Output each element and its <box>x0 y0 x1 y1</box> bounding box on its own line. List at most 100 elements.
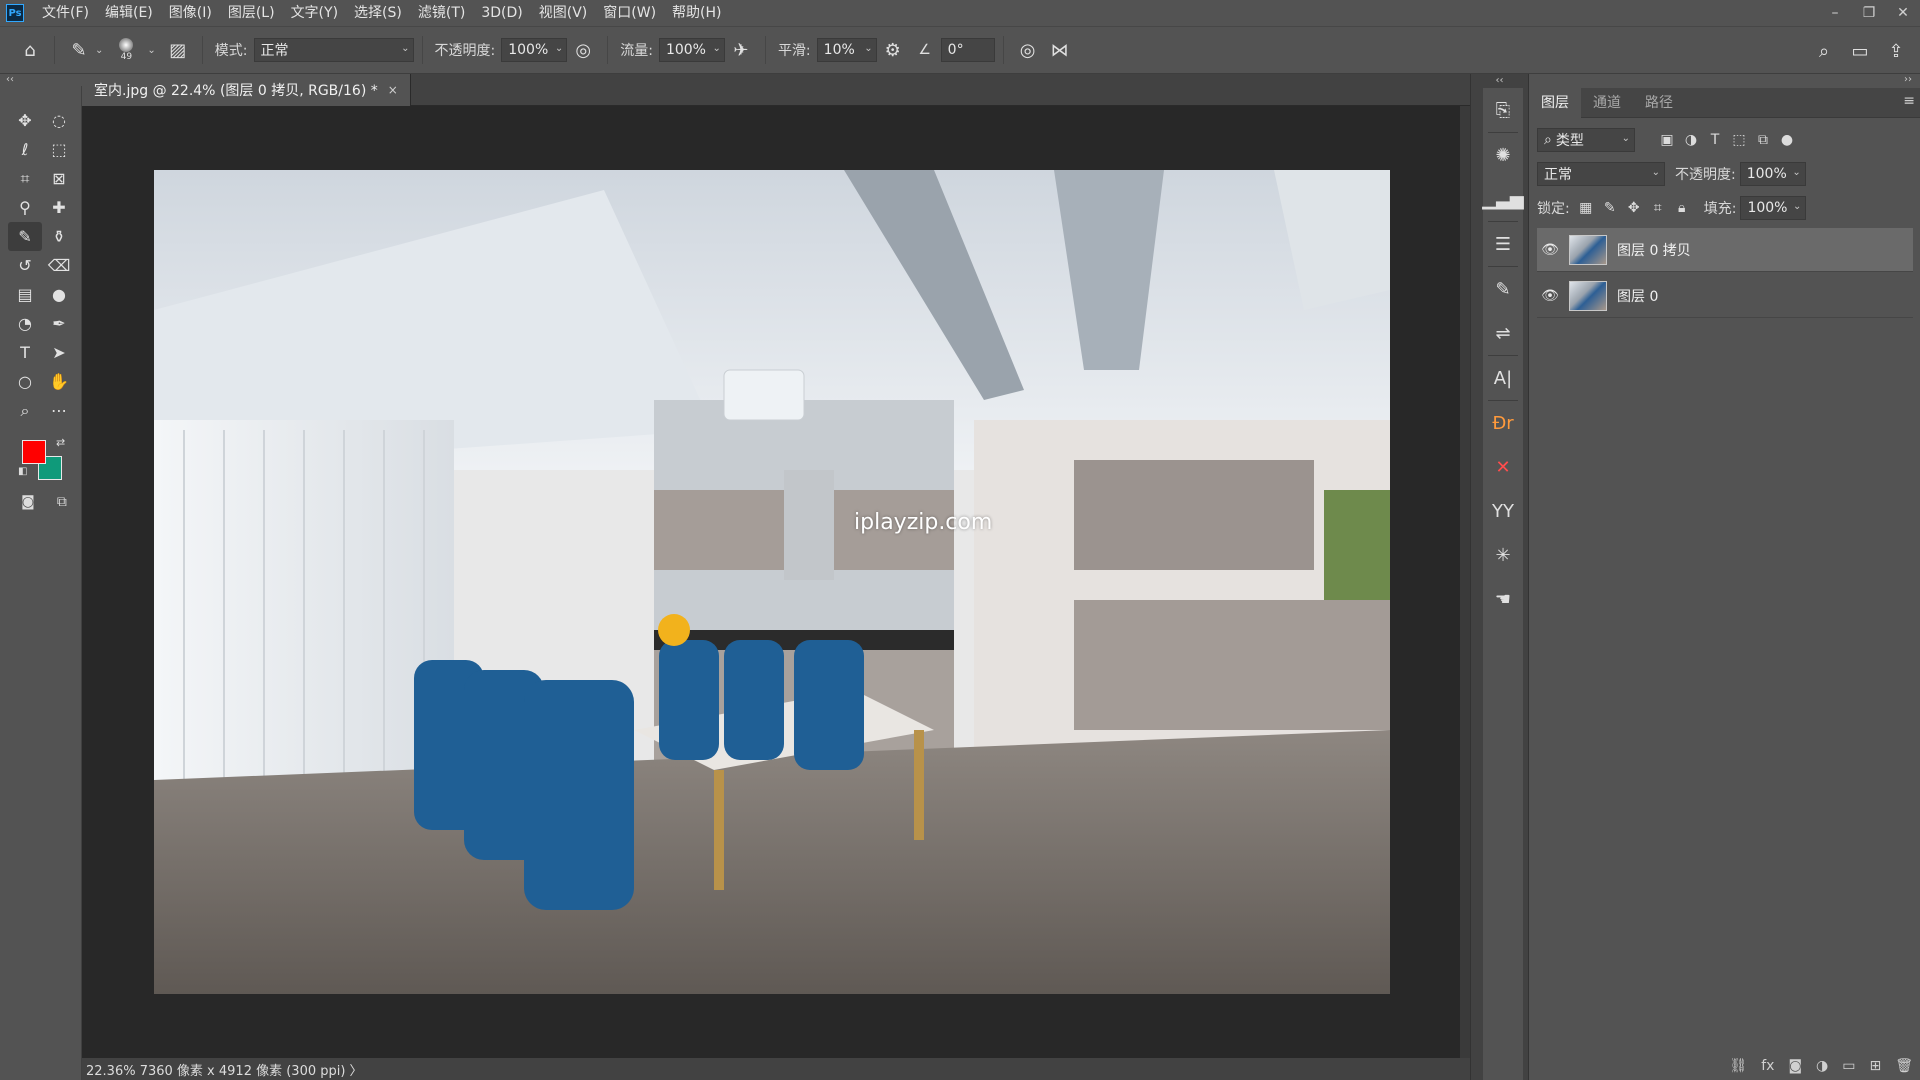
smoothing-field[interactable]: 10% ⌄ <box>816 38 877 62</box>
close-icon[interactable]: × <box>388 83 398 97</box>
search-icon[interactable]: ⌕ <box>1808 35 1840 67</box>
dodge-tool-icon[interactable]: ◔ <box>8 309 42 338</box>
chevron-down-icon[interactable]: ⌄ <box>147 45 155 56</box>
brush-tool-icon[interactable]: ✎ <box>8 222 42 251</box>
tab-paths[interactable]: 路径 <box>1633 88 1685 118</box>
brush-settings-icon[interactable]: ✎ <box>1483 267 1523 311</box>
healing-brush-tool-icon[interactable]: ✚ <box>42 193 76 222</box>
eraser-tool-icon[interactable]: ⌫ <box>42 251 76 280</box>
restore-icon[interactable]: ❐ <box>1852 0 1886 26</box>
lock-pixels-icon[interactable]: ✎ <box>1598 200 1622 216</box>
vertical-scrollbar[interactable] <box>1460 106 1470 1080</box>
status-arrow-icon[interactable]: 〉 <box>349 1060 362 1079</box>
chevron-down-icon[interactable]: ⌄ <box>95 45 103 56</box>
more-tools-icon[interactable]: ⋯ <box>42 396 76 425</box>
stamp-tool-icon[interactable]: ⚱ <box>42 222 76 251</box>
lock-artboard-icon[interactable]: ⌗ <box>1646 200 1670 216</box>
navigator-panel-icon[interactable]: ✺ <box>1483 133 1523 177</box>
zoom-tool-icon[interactable]: ⌕ <box>8 396 42 425</box>
frame-tool-icon[interactable]: ⊠ <box>42 164 76 193</box>
layer-opacity-field[interactable]: 100% ⌄ <box>1739 162 1806 186</box>
menu-filter[interactable]: 滤镜(T) <box>410 0 473 26</box>
menu-type[interactable]: 文字(Y) <box>283 0 346 26</box>
plugin-burst-icon[interactable]: ✳ <box>1483 533 1523 577</box>
blur-tool-icon[interactable]: ● <box>42 280 76 309</box>
airbrush-icon[interactable]: ✈ <box>725 34 757 66</box>
quick-mask-icon[interactable]: ◙ <box>21 494 35 510</box>
filter-pixel-icon[interactable]: ▣ <box>1655 132 1679 148</box>
screen-mode-icon[interactable]: ⧉ <box>57 494 67 510</box>
foreground-color-swatch[interactable] <box>22 440 46 464</box>
new-group-icon[interactable]: ▭ <box>1842 1058 1855 1074</box>
adjustment-layer-icon[interactable]: ◑ <box>1816 1058 1828 1074</box>
filter-adjustment-icon[interactable]: ◑ <box>1679 132 1703 148</box>
lock-transparency-icon[interactable]: ▦ <box>1574 200 1598 216</box>
path-select-tool-icon[interactable]: ➤ <box>42 338 76 367</box>
canvas-image[interactable]: iplayzip.com <box>154 170 1390 994</box>
mode-select[interactable]: 正常 ⌄ <box>253 38 414 62</box>
document-tab[interactable]: 室内.jpg @ 22.4% (图层 0 拷贝, RGB/16) * × <box>82 74 411 106</box>
menu-view[interactable]: 视图(V) <box>531 0 596 26</box>
history-panel-icon[interactable]: ⎘ <box>1483 88 1523 132</box>
history-brush-tool-icon[interactable]: ↺ <box>8 251 42 280</box>
home-icon[interactable]: ⌂ <box>14 34 46 66</box>
eye-icon[interactable]: 👁︎ <box>1537 288 1563 304</box>
character-panel-icon[interactable]: A| <box>1483 356 1523 400</box>
lock-position-icon[interactable]: ✥ <box>1622 200 1646 216</box>
brush-size-picker[interactable]: 49 <box>111 32 141 68</box>
filter-shape-icon[interactable]: ⬚ <box>1727 132 1751 148</box>
toolbar-collapse-icon[interactable]: ‹‹ <box>0 74 82 86</box>
lasso-tool-icon[interactable]: ℓ <box>8 135 42 164</box>
menu-help[interactable]: 帮助(H) <box>664 0 729 26</box>
dr-plugin-icon[interactable]: Ðr <box>1483 401 1523 445</box>
plugin-x-icon[interactable]: ✕ <box>1483 445 1523 489</box>
share-icon[interactable]: ⇪ <box>1880 35 1912 67</box>
pressure-opacity-icon[interactable]: ◎ <box>567 34 599 66</box>
fx-icon[interactable]: fx <box>1761 1058 1774 1074</box>
close-icon[interactable]: ✕ <box>1886 0 1920 26</box>
layer-row[interactable]: 👁︎ 图层 0 拷贝 <box>1537 228 1913 272</box>
layer-row[interactable]: 👁︎ 图层 0 <box>1537 274 1913 318</box>
menu-layer[interactable]: 图层(L) <box>220 0 283 26</box>
add-mask-icon[interactable]: ◙ <box>1788 1058 1802 1074</box>
filter-toggle-icon[interactable]: ● <box>1775 132 1799 148</box>
photoshop-logo-icon[interactable]: Ps <box>6 4 24 22</box>
menu-3d[interactable]: 3D(D) <box>473 0 530 26</box>
type-tool-icon[interactable]: T <box>8 338 42 367</box>
lock-all-icon[interactable]: 🔒︎ <box>1670 200 1694 216</box>
eyedropper-tool-icon[interactable]: ⚲ <box>8 193 42 222</box>
filter-type-icon[interactable]: T <box>1703 132 1727 148</box>
workspace-icon[interactable]: ▭ <box>1844 35 1876 67</box>
tab-channels[interactable]: 通道 <box>1581 88 1633 118</box>
hand-tool-icon[interactable]: ✋ <box>42 367 76 396</box>
link-layers-icon[interactable]: ⛓ <box>1729 1058 1747 1074</box>
tab-layers[interactable]: 图层 <box>1529 87 1581 118</box>
blend-mode-select[interactable]: 正常 ⌄ <box>1537 162 1665 186</box>
opacity-field[interactable]: 100% ⌄ <box>501 38 568 62</box>
panel-collapse-icon[interactable]: ›› <box>1904 74 1912 85</box>
adjustments-panel-icon[interactable]: ⇌ <box>1483 311 1523 355</box>
properties-panel-icon[interactable]: ☰ <box>1483 222 1523 266</box>
dock-collapse-icon[interactable]: ‹‹ <box>1471 74 1528 88</box>
flow-field[interactable]: 100% ⌄ <box>658 38 725 62</box>
new-layer-icon[interactable]: ⊞ <box>1869 1058 1881 1074</box>
gear-icon[interactable]: ⚙ <box>877 34 909 66</box>
brush-settings-panel-icon[interactable]: ▨ <box>162 34 194 66</box>
pressure-size-icon[interactable]: ◎ <box>1012 34 1044 66</box>
pen-tool-icon[interactable]: ✒ <box>42 309 76 338</box>
filter-smart-object-icon[interactable]: ⧉ <box>1751 132 1775 148</box>
marquee-tool-icon[interactable]: ◌ <box>42 106 76 135</box>
default-colors-icon[interactable]: ◧ <box>18 466 27 477</box>
angle-field[interactable]: 0° <box>940 38 995 62</box>
menu-window[interactable]: 窗口(W) <box>595 0 664 26</box>
menu-edit[interactable]: 编辑(E) <box>97 0 161 26</box>
panel-menu-icon[interactable]: ≡ <box>1903 93 1915 109</box>
crop-tool-icon[interactable]: ⌗ <box>8 164 42 193</box>
trash-icon[interactable]: 🗑︎ <box>1895 1058 1913 1074</box>
plugin-yy-icon[interactable]: YY <box>1483 489 1523 533</box>
menu-file[interactable]: 文件(F) <box>34 0 97 26</box>
fill-field[interactable]: 100% ⌄ <box>1740 196 1807 220</box>
plugin-hand-icon[interactable]: ☚ <box>1483 577 1523 621</box>
move-tool-icon[interactable]: ✥ <box>8 106 42 135</box>
gradient-tool-icon[interactable]: ▤ <box>8 280 42 309</box>
